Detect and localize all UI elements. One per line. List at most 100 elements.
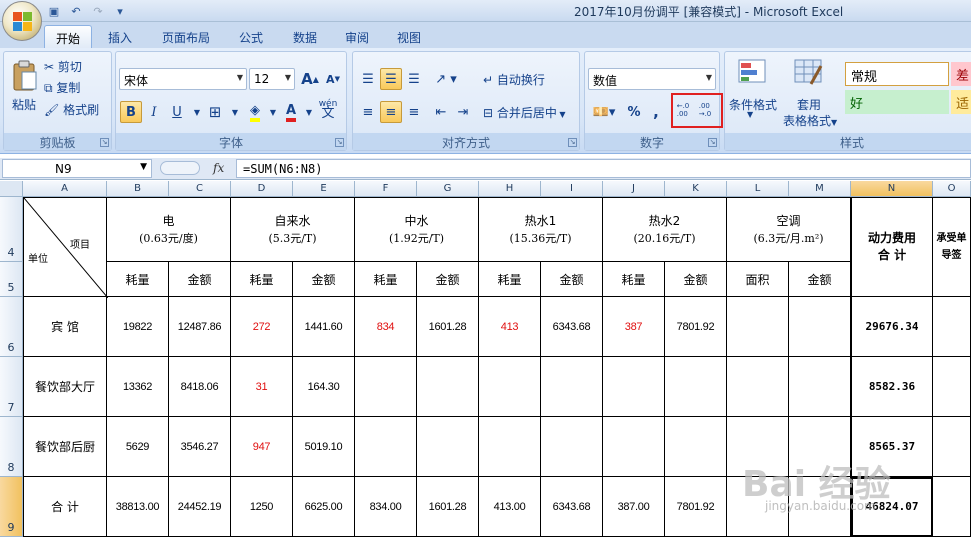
column-header-M[interactable]: M	[789, 181, 851, 197]
sub-header-cell[interactable]: 耗量	[231, 262, 293, 297]
data-cell[interactable]: 3546.27	[169, 417, 231, 477]
data-cell[interactable]: 19822	[107, 297, 169, 357]
row-header-5[interactable]: 5	[0, 262, 23, 297]
row-header-7[interactable]: 7	[0, 357, 23, 417]
data-cell[interactable]: 164.30	[293, 357, 355, 417]
total-cell[interactable]: 8582.36	[851, 357, 933, 417]
column-header-D[interactable]: D	[231, 181, 293, 197]
sub-header-cell[interactable]: 金额	[293, 262, 355, 297]
column-header-H[interactable]: H	[479, 181, 541, 197]
wrap-text-button[interactable]: ↵ 自动换行	[483, 71, 545, 88]
approver-header-cell[interactable]: 承受单 导签	[933, 197, 971, 297]
column-header-G[interactable]: G	[417, 181, 479, 197]
column-header-F[interactable]: F	[355, 181, 417, 197]
group-header-cell[interactable]: 热水1 (15.36元/T)	[479, 197, 603, 262]
orientation-button[interactable]: ↗ ▾	[431, 68, 461, 90]
paste-icon[interactable]	[10, 60, 38, 92]
align-center-button[interactable]: ≡	[380, 101, 402, 123]
style-neutral[interactable]: 适	[951, 90, 971, 114]
redo-icon[interactable]: ↷	[90, 3, 106, 19]
insert-function-button[interactable]: fx	[213, 161, 224, 175]
merge-center-button[interactable]: ⊟ 合并后居中 ▼	[483, 104, 566, 121]
data-cell[interactable]	[541, 357, 603, 417]
number-format-select[interactable]: 数值 ▼	[588, 68, 716, 90]
data-cell[interactable]: 1601.28	[417, 477, 479, 537]
column-header-L[interactable]: L	[727, 181, 789, 197]
style-good[interactable]: 好	[845, 90, 949, 114]
font-launcher-icon[interactable]: ↘	[335, 138, 344, 147]
tab-home[interactable]: 开始	[44, 25, 92, 48]
tab-formulas[interactable]: 公式	[230, 25, 272, 48]
approver-cell[interactable]	[933, 477, 971, 537]
data-cell[interactable]	[789, 297, 851, 357]
align-right-button[interactable]: ≡	[403, 101, 425, 123]
data-cell[interactable]: 1441.60	[293, 297, 355, 357]
group-header-cell[interactable]: 空调 (6.3元/月.m²)	[727, 197, 851, 262]
row-header-9[interactable]: 9	[0, 477, 23, 537]
data-cell[interactable]: 272	[231, 297, 293, 357]
data-cell[interactable]	[603, 417, 665, 477]
data-cell[interactable]	[665, 357, 727, 417]
row-header-4[interactable]: 4	[0, 197, 23, 262]
sub-header-cell[interactable]: 金额	[417, 262, 479, 297]
sub-header-cell[interactable]: 金额	[541, 262, 603, 297]
data-cell[interactable]	[603, 357, 665, 417]
data-cell[interactable]: 413.00	[479, 477, 541, 537]
copy-button[interactable]: ⧉ 复制	[44, 79, 80, 96]
group-header-cell[interactable]: 电 (0.63元/度)	[107, 197, 231, 262]
column-header-O[interactable]: O	[933, 181, 971, 197]
data-cell[interactable]	[727, 357, 789, 417]
align-top-button[interactable]: ☰	[357, 68, 379, 90]
data-cell[interactable]: 6625.00	[293, 477, 355, 537]
column-header-K[interactable]: K	[665, 181, 727, 197]
data-cell[interactable]	[417, 357, 479, 417]
data-cell[interactable]: 947	[231, 417, 293, 477]
row-header-6[interactable]: 6	[0, 297, 23, 357]
sub-header-cell[interactable]: 金额	[789, 262, 851, 297]
data-cell[interactable]	[541, 417, 603, 477]
underline-button[interactable]: U	[166, 101, 188, 123]
column-header-E[interactable]: E	[293, 181, 355, 197]
table-format-label-1[interactable]: 套用	[797, 96, 821, 113]
italic-button[interactable]: I	[143, 101, 165, 123]
customize-qat-icon[interactable]: ▾	[112, 3, 128, 19]
shrink-font-button[interactable]: A ▼	[322, 68, 344, 90]
save-icon[interactable]: ▣	[46, 3, 62, 19]
tab-insert[interactable]: 插入	[100, 25, 140, 48]
tab-page-layout[interactable]: 页面布局	[152, 25, 220, 48]
grow-font-button[interactable]: A ▲	[299, 68, 321, 90]
data-cell[interactable]	[665, 417, 727, 477]
approver-cell[interactable]	[933, 297, 971, 357]
font-size-select[interactable]: 12 ▼	[249, 68, 295, 90]
data-cell[interactable]: 1601.28	[417, 297, 479, 357]
data-cell[interactable]: 7801.92	[665, 297, 727, 357]
select-all-corner[interactable]	[0, 181, 23, 197]
data-cell[interactable]: 24452.19	[169, 477, 231, 537]
row-unit-cell[interactable]: 合 计	[23, 477, 107, 537]
group-header-cell[interactable]: 中水 (1.92元/T)	[355, 197, 479, 262]
approver-cell[interactable]	[933, 357, 971, 417]
font-name-select[interactable]: 宋体 ▼	[119, 68, 247, 90]
border-button[interactable]: ⊞	[204, 101, 226, 123]
total-header-cell[interactable]: 动力费用合 计	[851, 197, 933, 297]
data-cell[interactable]: 5629	[107, 417, 169, 477]
accounting-format-button[interactable]: 💴▾	[589, 101, 619, 123]
column-header-B[interactable]: B	[107, 181, 169, 197]
style-normal[interactable]: 常规	[845, 62, 949, 86]
data-cell[interactable]	[479, 357, 541, 417]
align-left-button[interactable]: ≡	[357, 101, 379, 123]
data-cell[interactable]: 6343.68	[541, 477, 603, 537]
tab-view[interactable]: 视图	[388, 25, 430, 48]
data-cell[interactable]: 7801.92	[665, 477, 727, 537]
sub-header-cell[interactable]: 金额	[665, 262, 727, 297]
group-header-cell[interactable]: 自来水 (5.3元/T)	[231, 197, 355, 262]
data-cell[interactable]: 834.00	[355, 477, 417, 537]
row-unit-cell[interactable]: 餐饮部后厨	[23, 417, 107, 477]
percent-button[interactable]: %	[623, 101, 645, 123]
sub-header-cell[interactable]: 金额	[169, 262, 231, 297]
sub-header-cell[interactable]: 耗量	[107, 262, 169, 297]
formula-bar-resize-handle[interactable]	[160, 161, 200, 175]
undo-icon[interactable]: ↶	[68, 3, 84, 19]
data-cell[interactable]	[727, 297, 789, 357]
align-bottom-button[interactable]: ☰	[403, 68, 425, 90]
